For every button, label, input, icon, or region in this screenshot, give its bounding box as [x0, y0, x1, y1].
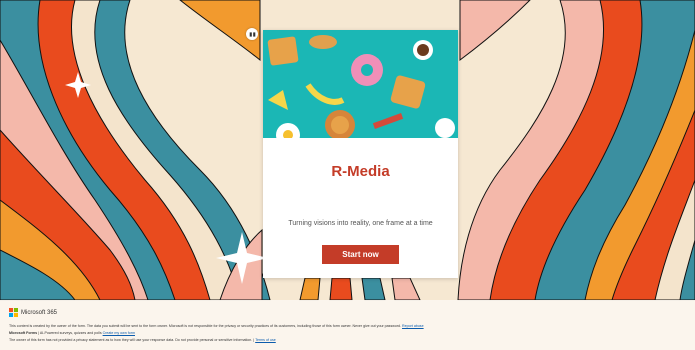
forms-name: Microsoft Forms — [9, 331, 38, 335]
brand-label: Microsoft 365 — [21, 309, 58, 316]
immersive-reader-button[interactable] — [246, 28, 258, 40]
microsoft-365-logo: Microsoft 365 — [9, 308, 57, 317]
microsoft-logo-icon — [9, 308, 18, 317]
report-abuse-link[interactable]: Report abuse — [402, 324, 424, 328]
privacy-text: The owner of this form has not provided … — [9, 338, 253, 342]
terms-of-use-link[interactable]: Terms of use — [255, 338, 276, 342]
footer-disclaimer: This content is created by the owner of … — [9, 324, 424, 328]
create-form-link[interactable]: Create my own form — [103, 331, 135, 335]
immersive-reader-icon — [249, 31, 255, 37]
form-title: R-Media — [331, 163, 390, 180]
disclaimer-text: This content is created by the owner of … — [9, 324, 402, 328]
form-card: R-Media Turning visions into reality, on… — [263, 30, 458, 278]
form-subtitle: Turning visions into reality, one frame … — [288, 220, 433, 227]
forms-tagline: | AI-Powered surveys, quizzes and polls — [37, 331, 103, 335]
footer-privacy-line: The owner of this form has not provided … — [9, 338, 276, 342]
footer-forms-line: Microsoft Forms | AI-Powered surveys, qu… — [9, 331, 135, 335]
page-footer: Microsoft 365 This content is created by… — [0, 300, 695, 350]
start-now-button[interactable]: Start now — [322, 245, 399, 264]
breakfast-pattern-image — [263, 30, 458, 138]
